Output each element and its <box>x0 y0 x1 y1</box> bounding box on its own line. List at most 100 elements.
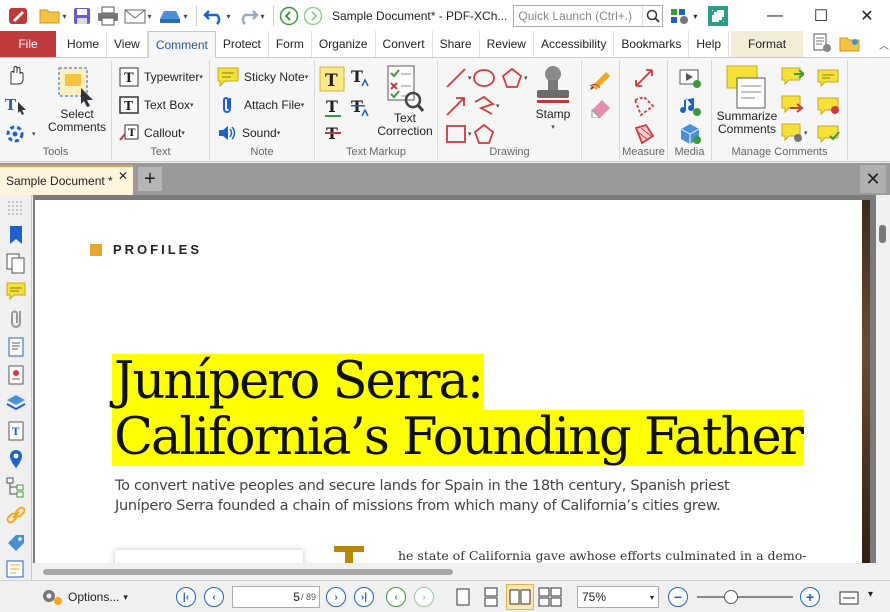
eraser-tool[interactable] <box>588 94 614 118</box>
replace-text-button[interactable]: T <box>349 96 373 120</box>
tab-form[interactable]: Form <box>269 31 312 57</box>
page-number-input[interactable]: 5/ 89 <box>232 586 320 608</box>
distance-tool[interactable] <box>632 66 656 90</box>
forward-icon[interactable] <box>302 4 324 28</box>
document-tab[interactable]: Sample Document * ✕ <box>0 165 133 195</box>
content-editing-icon[interactable] <box>4 557 28 581</box>
tab-help[interactable]: Help <box>689 31 730 57</box>
maximize-icon[interactable]: ☐ <box>798 0 844 32</box>
import-comments-button[interactable] <box>780 66 804 88</box>
facing-continuous-view-icon[interactable] <box>538 587 562 610</box>
callout-button[interactable]: T Callout ▾ <box>118 122 185 144</box>
tab-home[interactable]: Home <box>60 31 108 57</box>
headline-line-1[interactable]: Junípero Serra: <box>112 354 484 410</box>
3d-tool[interactable] <box>678 122 702 146</box>
stamp-button[interactable]: Stamp ▾ <box>526 64 580 134</box>
rectangle-tool[interactable]: ▾ <box>444 122 472 146</box>
search-icon[interactable] <box>642 6 662 26</box>
attach-file-button[interactable]: Attach File ▾ <box>218 94 304 116</box>
last-page-button[interactable]: ›| <box>354 587 374 607</box>
redo-icon[interactable]: ▾ <box>235 4 267 28</box>
zoom-slider[interactable] <box>697 590 793 604</box>
zoom-slider-knob[interactable] <box>723 590 738 604</box>
tab-share[interactable]: Share <box>433 31 480 57</box>
comments-icon[interactable] <box>4 279 28 303</box>
layers-icon[interactable] <box>4 391 28 415</box>
previous-page-button[interactable]: ‹ <box>204 587 224 607</box>
back-icon[interactable] <box>278 4 300 28</box>
options-button[interactable]: Options... ▾ <box>40 587 128 607</box>
collapse-ribbon-icon[interactable]: ︿ <box>879 37 889 52</box>
close-document-icon[interactable]: ✕ <box>860 165 886 193</box>
horizontal-scroll-thumb[interactable] <box>43 569 453 575</box>
comment-status-button[interactable] <box>816 122 840 144</box>
text-box-button[interactable]: T Text Box ▾ <box>118 94 194 116</box>
export-comments-button[interactable] <box>780 94 804 116</box>
show-comments-button[interactable] <box>816 66 840 88</box>
minimize-icon[interactable]: — <box>752 0 798 32</box>
open-folder-icon[interactable]: ▾ <box>38 4 68 28</box>
document-properties-icon[interactable] <box>811 32 833 57</box>
hand-tool[interactable] <box>4 64 28 88</box>
select-text-tool[interactable]: T <box>4 94 30 116</box>
quick-launch-input[interactable]: Quick Launch (Ctrl+.) <box>513 5 664 27</box>
forward-view-button[interactable]: › <box>414 587 434 607</box>
status-bar-menu-icon[interactable]: ▾ <box>868 589 873 600</box>
tab-bookmarks[interactable]: Bookmarks <box>614 31 690 57</box>
audio-tool[interactable] <box>678 94 702 118</box>
new-tab-button[interactable]: + <box>138 167 162 191</box>
tab-protect[interactable]: Protect <box>216 31 269 57</box>
sidebar-grip-icon[interactable] <box>4 197 28 219</box>
summarize-comments-button[interactable]: Summarize Comments <box>714 64 780 136</box>
close-tab-icon[interactable]: ✕ <box>118 169 128 183</box>
headline-line-2[interactable]: California’s Founding Father <box>112 410 804 466</box>
sound-button[interactable]: Sound ▾ <box>216 122 280 144</box>
email-icon[interactable]: ▾ <box>122 4 154 28</box>
pencil-tool[interactable] <box>588 66 614 90</box>
highlight-text-button[interactable]: T <box>319 66 345 92</box>
hide-comments-button[interactable] <box>816 94 840 116</box>
typewriter-button[interactable]: T Typewriter ▾ <box>118 66 203 88</box>
undo-icon[interactable]: ▾ <box>201 4 233 28</box>
tab-organize[interactable]: Organize <box>312 31 376 57</box>
vertical-scroll-thumb[interactable] <box>879 225 886 243</box>
print-icon[interactable] <box>96 4 120 28</box>
polygon-tool[interactable]: ▾ <box>500 66 528 90</box>
facing-view-icon[interactable] <box>506 584 534 610</box>
single-page-view-icon[interactable] <box>454 587 472 610</box>
text-correction-button[interactable]: Text Correction <box>375 64 435 138</box>
save-icon[interactable] <box>70 4 94 28</box>
links-icon[interactable] <box>4 503 28 527</box>
select-comments-button[interactable]: Select Comments <box>46 64 108 134</box>
perimeter-tool[interactable] <box>632 94 656 118</box>
tab-format[interactable]: Format <box>731 31 804 57</box>
folder-user-icon[interactable] <box>839 32 861 57</box>
content-icon[interactable] <box>4 335 28 359</box>
horizontal-scrollbar[interactable] <box>33 563 876 580</box>
scan-icon[interactable]: ▾ <box>156 4 190 28</box>
strikeout-text-button[interactable]: T <box>323 122 345 144</box>
insert-text-button[interactable]: T <box>349 66 373 90</box>
zoom-out-button[interactable]: − <box>668 587 688 607</box>
tab-file[interactable]: File <box>0 31 56 57</box>
tags-icon[interactable] <box>4 531 28 555</box>
polyline-tool[interactable]: ▾ <box>472 94 500 118</box>
zoom-select[interactable]: 75% ▾ <box>577 586 659 608</box>
first-page-button[interactable]: |‹ <box>176 587 196 607</box>
underline-text-button[interactable]: T <box>323 96 345 120</box>
attachments-icon[interactable] <box>4 307 28 331</box>
line-tool[interactable]: ▾ <box>444 66 472 90</box>
pages-icon[interactable] <box>4 251 28 275</box>
tab-convert[interactable]: Convert <box>376 31 433 57</box>
video-tool[interactable] <box>678 66 702 90</box>
document-view[interactable]: PROFILES Junípero Serra: California’s Fo… <box>33 195 876 563</box>
structure-icon[interactable] <box>4 475 28 499</box>
fit-width-icon[interactable] <box>838 589 860 610</box>
signatures-icon[interactable] <box>4 363 28 387</box>
tab-accessibility[interactable]: Accessibility <box>534 31 615 57</box>
back-view-button[interactable]: ‹ <box>386 587 406 607</box>
tab-review[interactable]: Review <box>480 31 534 57</box>
next-page-button[interactable]: › <box>326 587 346 607</box>
sticky-note-button[interactable]: Sticky Note ▾ <box>216 66 308 88</box>
settings-icon[interactable]: ▾ <box>669 6 697 26</box>
